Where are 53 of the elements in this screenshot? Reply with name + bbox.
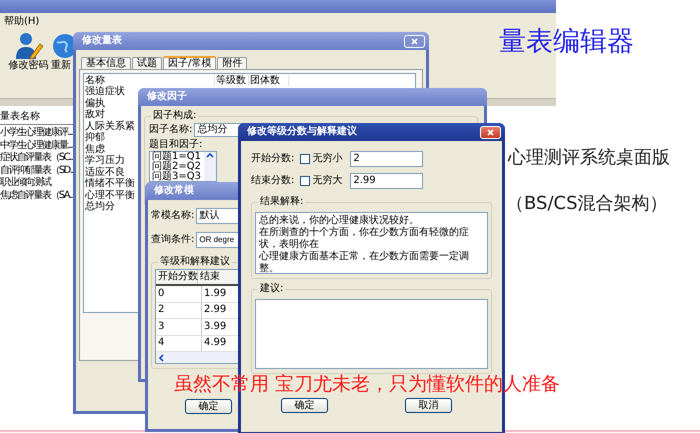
- item-listbox[interactable]: 问题1=Q1 问题2=Q2 问题3=Q3: [149, 151, 217, 182]
- close-button[interactable]: [480, 126, 501, 138]
- list-item[interactable]: 问题3=Q3: [150, 172, 204, 182]
- checkbox[interactable]: [300, 176, 310, 186]
- checkbox-label: 无穷小: [312, 153, 342, 165]
- column-header: 等级数: [215, 74, 249, 86]
- table-cell: 4: [156, 336, 202, 351]
- close-icon: [487, 128, 494, 136]
- field-label: 因子名称:: [149, 124, 192, 136]
- tab[interactable]: 基本信息: [81, 57, 131, 69]
- tab[interactable]: 试题: [132, 57, 162, 69]
- window-title: 修改等级分数与解释建议: [247, 126, 357, 138]
- dialog-button[interactable]: 取消: [405, 398, 452, 413]
- field-label: 结束分数:: [251, 175, 294, 187]
- table-cell: 0: [156, 286, 202, 302]
- subtitle-text: 心理测评系统桌面版: [508, 147, 670, 169]
- column-header: 团体数: [249, 74, 289, 86]
- table-cell: 3: [156, 319, 202, 334]
- checkbox-label: 无穷大: [312, 175, 342, 187]
- heading-text: 量表编辑器: [499, 26, 634, 58]
- user-pencil-icon: [14, 32, 42, 60]
- score-field[interactable]: 2: [350, 151, 424, 167]
- text-line: 总的来说，你的心理健康状况较好。: [259, 215, 420, 226]
- column-header: 名称: [84, 74, 215, 86]
- list-item[interactable]: 问题1=Q1: [150, 152, 204, 162]
- field-label: 题目和因子:: [149, 139, 202, 151]
- ok-button[interactable]: 确定: [185, 399, 232, 414]
- tab[interactable]: 因子/常模: [163, 56, 216, 69]
- toolbar-button[interactable]: 修改密码: [6, 32, 51, 72]
- text-line: 心理健康方面基本正常，在少数方面需要一定调整。: [259, 251, 470, 275]
- checkbox[interactable]: [300, 154, 310, 164]
- window-title: 修改常模: [154, 185, 194, 197]
- group-label: 建议:: [258, 283, 286, 295]
- field-label: 查询条件:: [151, 234, 194, 246]
- column-header: 开始分数: [156, 270, 198, 284]
- scrollbar[interactable]: [204, 152, 216, 181]
- dialog-button[interactable]: 确定: [281, 398, 328, 413]
- result-text-field[interactable]: 总的来说，你的心理健康状况较好。 在所测查的十个方面，你在少数方面有轻微的症状，表明你在 心理健康方面基本正常，在少数方面需要一定调整。: [255, 212, 488, 274]
- note-text: （BS/CS混合架构）: [506, 193, 668, 215]
- tab[interactable]: 附件: [217, 57, 248, 69]
- group-label: 因子构成:: [151, 110, 198, 122]
- window-title: 修改量表: [82, 35, 122, 47]
- table-cell: 2: [156, 302, 202, 318]
- advice-text-field[interactable]: [255, 299, 488, 369]
- menu-item[interactable]: 帮助(H): [4, 16, 40, 28]
- list-item[interactable]: 问题2=Q2: [150, 162, 204, 172]
- group-label: 结果解释:: [258, 196, 306, 208]
- field-label: 常模名称:: [151, 210, 194, 222]
- score-field[interactable]: 2.99: [350, 173, 424, 189]
- field-label: 开始分数:: [251, 153, 294, 165]
- group-label: 等级和解释建议: [158, 256, 232, 268]
- window-title: 修改因子: [147, 91, 187, 103]
- close-icon: [411, 38, 418, 44]
